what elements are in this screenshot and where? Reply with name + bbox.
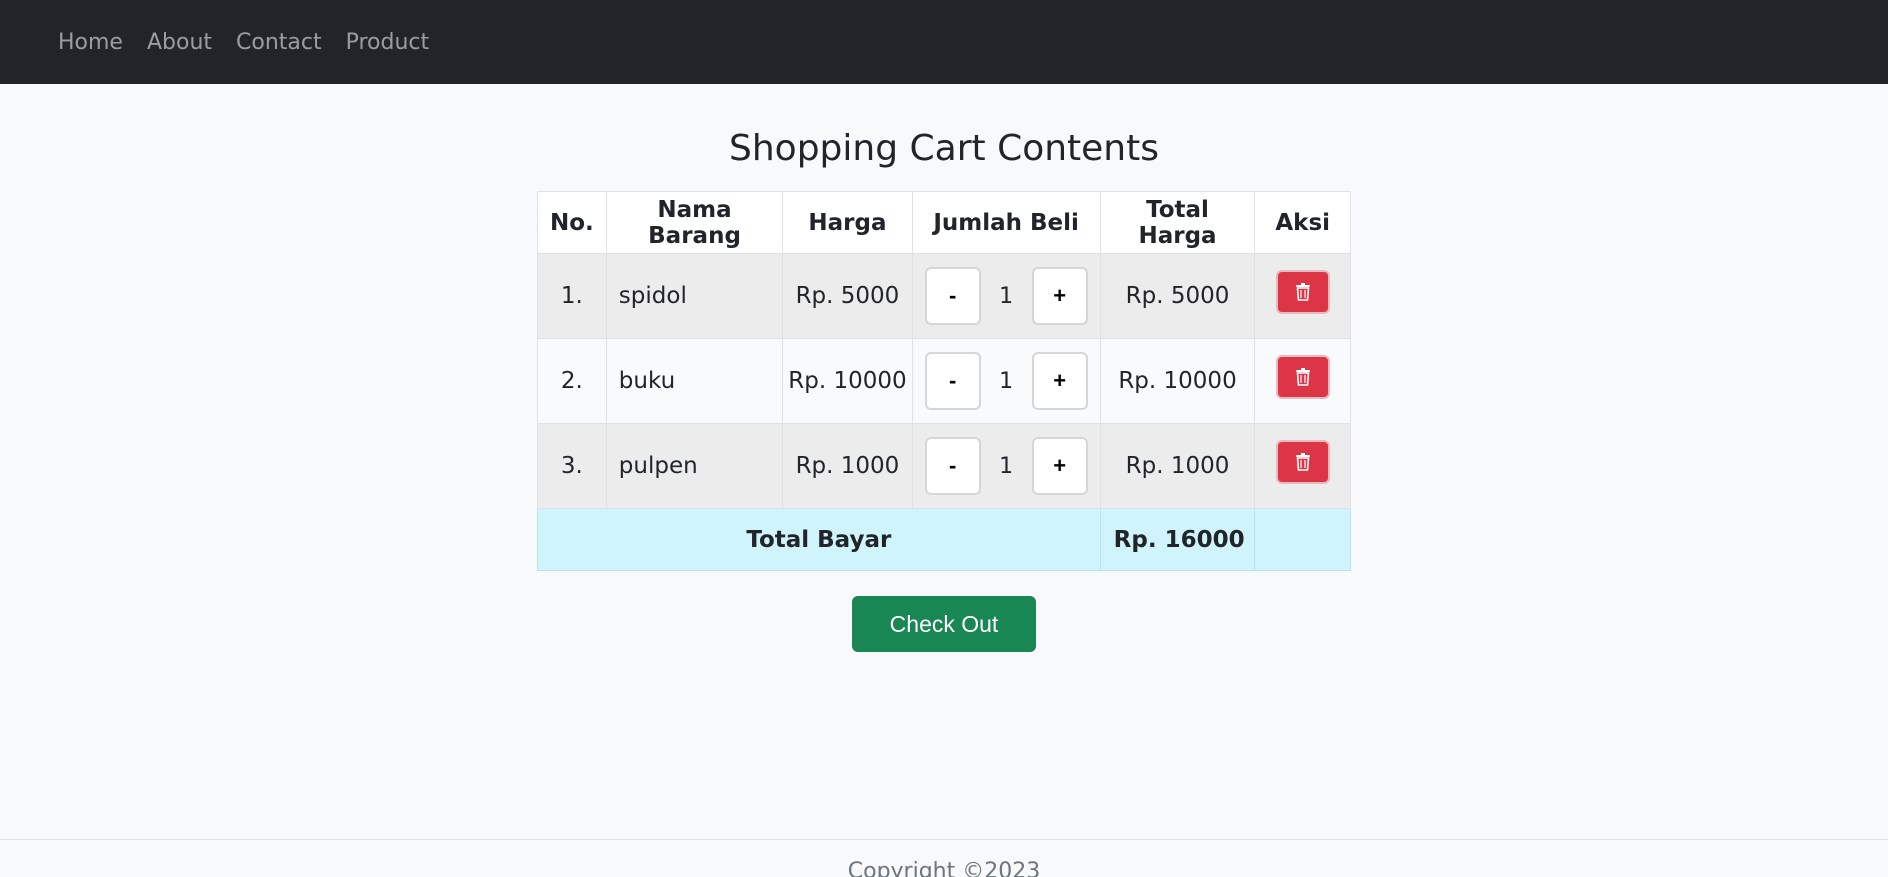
quantity-stepper: - 1 + — [913, 267, 1100, 325]
table-row: 1. spidol Rp. 5000 - 1 + Rp. 5000 — [537, 253, 1351, 339]
page-title: Shopping Cart Contents — [729, 128, 1159, 169]
row-price: Rp. 5000 — [782, 253, 913, 339]
header-qty: Jumlah Beli — [911, 191, 1101, 254]
nav-home[interactable]: Home — [58, 30, 123, 55]
row-price: Rp. 10000 — [782, 338, 913, 424]
row-total: Rp. 1000 — [1099, 423, 1256, 509]
nav-about[interactable]: About — [147, 30, 212, 55]
row-item-name: buku — [605, 338, 784, 424]
nav-product[interactable]: Product — [346, 30, 430, 55]
header-action: Aksi — [1254, 191, 1351, 254]
delete-button[interactable] — [1275, 355, 1330, 399]
qty-value: 1 — [999, 453, 1014, 479]
increase-qty-button[interactable]: + — [1031, 352, 1088, 410]
row-action-cell — [1254, 423, 1351, 509]
increase-qty-button[interactable]: + — [1031, 267, 1088, 325]
row-no: 3. — [537, 423, 607, 509]
trash-icon — [1295, 368, 1310, 386]
row-qty-cell: - 1 + — [911, 253, 1101, 339]
checkout-container: Check Out — [0, 596, 1888, 652]
delete-button[interactable] — [1275, 440, 1330, 484]
table-row: 2. buku Rp. 10000 - 1 + Rp. 10000 — [537, 338, 1351, 424]
total-value: Rp. 16000 — [1099, 508, 1256, 571]
quantity-stepper: - 1 + — [913, 437, 1100, 495]
qty-value: 1 — [999, 368, 1014, 394]
trash-icon — [1295, 283, 1310, 301]
navbar: Home About Contact Product — [0, 0, 1888, 84]
delete-button[interactable] — [1275, 270, 1330, 314]
table-header-row: No. Nama Barang Harga Jumlah Beli Total … — [537, 191, 1351, 254]
row-qty-cell: - 1 + — [911, 338, 1101, 424]
decrease-qty-button[interactable]: - — [924, 437, 981, 495]
checkout-button[interactable]: Check Out — [852, 596, 1036, 652]
header-no: No. — [537, 191, 607, 254]
row-item-name: pulpen — [605, 423, 784, 509]
quantity-stepper: - 1 + — [913, 352, 1100, 410]
total-empty-cell — [1254, 508, 1351, 571]
qty-value: 1 — [999, 283, 1014, 309]
row-price: Rp. 1000 — [782, 423, 913, 509]
row-action-cell — [1254, 338, 1351, 424]
total-row: Total Bayar Rp. 16000 — [537, 508, 1351, 571]
row-total: Rp. 10000 — [1099, 338, 1256, 424]
increase-qty-button[interactable]: + — [1031, 437, 1088, 495]
page-footer: Copyright ©2023 — [0, 839, 1888, 877]
header-price: Harga — [782, 191, 913, 254]
header-name: Nama Barang — [605, 191, 784, 254]
row-total: Rp. 5000 — [1099, 253, 1256, 339]
decrease-qty-button[interactable]: - — [924, 352, 981, 410]
row-qty-cell: - 1 + — [911, 423, 1101, 509]
row-action-cell — [1254, 253, 1351, 339]
table-row: 3. pulpen Rp. 1000 - 1 + Rp. 1000 — [537, 423, 1351, 509]
row-no: 1. — [537, 253, 607, 339]
copyright-text: Copyright ©2023 — [847, 859, 1041, 877]
row-no: 2. — [537, 338, 607, 424]
trash-icon — [1295, 453, 1310, 471]
total-label: Total Bayar — [537, 508, 1101, 571]
nav-contact[interactable]: Contact — [236, 30, 322, 55]
decrease-qty-button[interactable]: - — [924, 267, 981, 325]
row-item-name: spidol — [605, 253, 784, 339]
header-total: Total Harga — [1099, 191, 1256, 254]
cart-table: No. Nama Barang Harga Jumlah Beli Total … — [537, 191, 1351, 571]
